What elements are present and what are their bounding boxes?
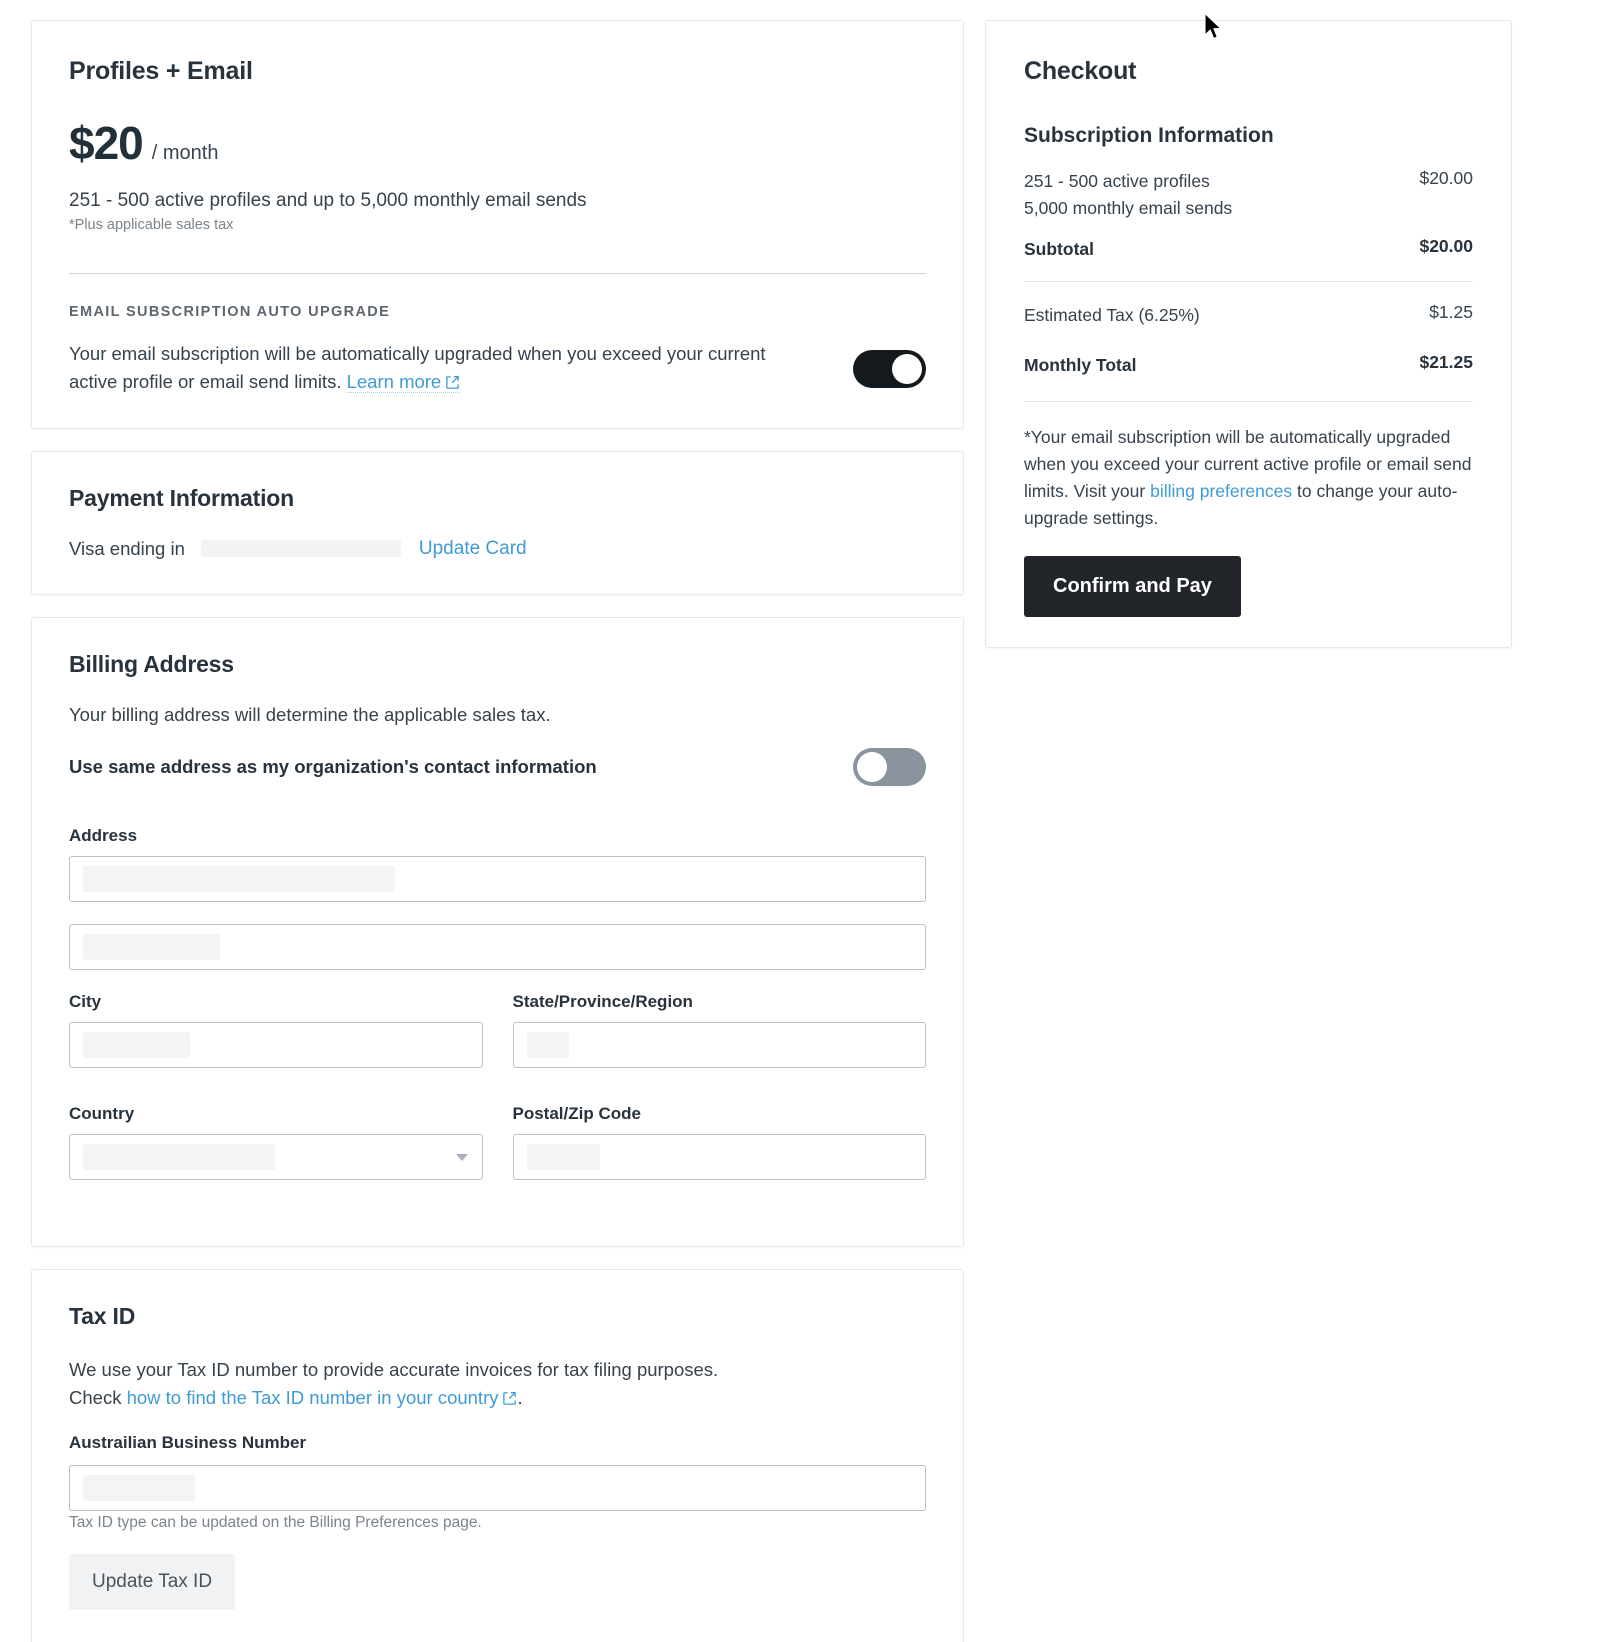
city-group: City [69,992,483,1090]
divider [1024,400,1473,402]
tax-id-input[interactable] [69,1465,926,1512]
tax-id-redacted-value [83,1475,195,1502]
mouse-cursor [1203,12,1225,47]
total-amount: $21.25 [1419,351,1473,372]
address-line2-input[interactable] [69,923,926,970]
same-address-toggle[interactable] [853,747,926,786]
subscription-line-item: 251 - 500 active profiles 5,000 monthly … [1024,168,1473,222]
tax-amount: $1.25 [1429,302,1473,323]
state-redacted-value [526,1031,569,1058]
chevron-down-icon [455,1153,468,1161]
plan-title: Profiles + Email [69,57,253,85]
tax-id-hint: Tax ID type can be updated on the Billin… [69,1514,482,1532]
divider [1024,281,1473,283]
external-link-icon [445,370,460,398]
auto-upgrade-row: Your email subscription will be automati… [69,340,926,398]
subscription-line-label-1: 251 - 500 active profiles [1024,171,1210,191]
tax-id-check-prefix: Check [69,1386,127,1408]
postal-input[interactable] [512,1133,926,1180]
subscription-line-amount: $20.00 [1419,168,1473,188]
state-input[interactable] [512,1021,926,1068]
learn-more-label: Learn more [346,370,442,392]
update-tax-id-button[interactable]: Update Tax ID [69,1554,236,1611]
checkout-card: Checkout Subscription Information 251 - … [985,20,1512,649]
checkout-disclaimer: *Your email subscription will be automat… [1024,424,1473,533]
tax-id-field-label: Austrailian Business Number [69,1433,307,1453]
external-link-icon [502,1386,517,1414]
total-label: Monthly Total [1024,354,1137,375]
tax-id-description-suffix: . [517,1386,523,1408]
plan-summary-card: Profiles + Email $20 / month 251 - 500 a… [31,20,964,429]
left-column: Profiles + Email $20 / month 251 - 500 a… [31,20,964,1642]
address-label: Address [69,825,138,845]
billing-address-title: Billing Address [69,650,234,677]
right-column: Checkout Subscription Information 251 - … [985,20,1512,670]
total-row: Monthly Total $21.25 [1024,352,1473,401]
postal-group: Postal/Zip Code [512,1103,926,1202]
card-label: Visa ending in [69,537,185,559]
tax-id-card: Tax ID We use your Tax ID number to prov… [31,1268,964,1642]
plan-tax-note: *Plus applicable sales tax [69,216,234,233]
country-label: Country [69,1103,135,1123]
payment-card-row: Visa ending in Update Card [69,538,926,560]
plan-price-amount: $20 [69,117,144,169]
state-label: State/Province/Region [512,991,693,1011]
tax-id-description: We use your Tax ID number to provide acc… [69,1356,926,1414]
learn-more-link[interactable]: Learn more [346,370,461,393]
country-redacted-value [83,1143,275,1170]
checkout-page: Profiles + Email $20 / month 251 - 500 a… [0,0,1610,1642]
state-group: State/Province/Region [512,991,926,1090]
plan-price-period: / month [151,142,219,164]
checkout-title: Checkout [1024,57,1137,85]
subtotal-row: Subtotal $20.00 [1024,236,1473,281]
confirm-and-pay-button[interactable]: Confirm and Pay [1024,556,1241,618]
address-line1-input[interactable] [69,855,926,902]
address-line1-redacted-value [83,865,395,892]
city-redacted-value [83,1031,190,1058]
country-select[interactable] [69,1133,483,1180]
card-digits-redacted [200,540,401,558]
update-card-link[interactable]: Update Card [419,538,527,560]
toggle-knob [892,353,922,384]
postal-redacted-value [526,1143,600,1170]
billing-address-card: Billing Address Your billing address wil… [31,616,964,1247]
subtotal-label: Subtotal [1024,239,1094,260]
plan-price-row: $20 / month [69,120,926,166]
tax-id-description-line1: We use your Tax ID number to provide acc… [69,1358,719,1380]
country-postal-row: Country Postal/Zip Code [69,1104,926,1202]
city-state-row: City State/Province/Region [69,992,926,1090]
subscription-line-label: 251 - 500 active profiles 5,000 monthly … [1024,168,1232,222]
plan-description: 251 - 500 active profiles and up to 5,00… [69,190,587,211]
city-input[interactable] [69,1021,483,1068]
same-address-label: Use same address as my organization's co… [69,755,597,777]
tax-id-help-link[interactable]: how to find the Tax ID number in your co… [127,1387,518,1408]
payment-information-title: Payment Information [69,484,294,511]
auto-upgrade-description: Your email subscription will be automati… [69,340,814,398]
auto-upgrade-section-label: EMAIL SUBSCRIPTION AUTO UPGRADE [69,303,391,320]
address-line2-redacted-value [83,933,220,960]
postal-label: Postal/Zip Code [512,1103,641,1123]
country-group: Country [69,1104,483,1202]
payment-information-card: Payment Information Visa ending in Updat… [31,450,964,595]
billing-preferences-link[interactable]: billing preferences [1150,481,1292,501]
toggle-knob [857,751,887,782]
subscription-line-label-2: 5,000 monthly email sends [1024,198,1233,219]
same-address-row: Use same address as my organization's co… [69,747,926,786]
tax-id-help-link-label: how to find the Tax ID number in your co… [126,1386,499,1408]
subtotal-amount: $20.00 [1419,236,1473,257]
tax-label: Estimated Tax (6.25%) [1024,305,1200,326]
billing-address-description: Your billing address will determine the … [69,703,551,725]
divider [69,272,926,274]
tax-row: Estimated Tax (6.25%) $1.25 [1024,302,1473,329]
auto-upgrade-toggle[interactable] [853,349,926,388]
city-label: City [69,991,102,1011]
subscription-information-title: Subscription Information [1024,124,1274,147]
tax-id-title: Tax ID [69,1302,136,1329]
